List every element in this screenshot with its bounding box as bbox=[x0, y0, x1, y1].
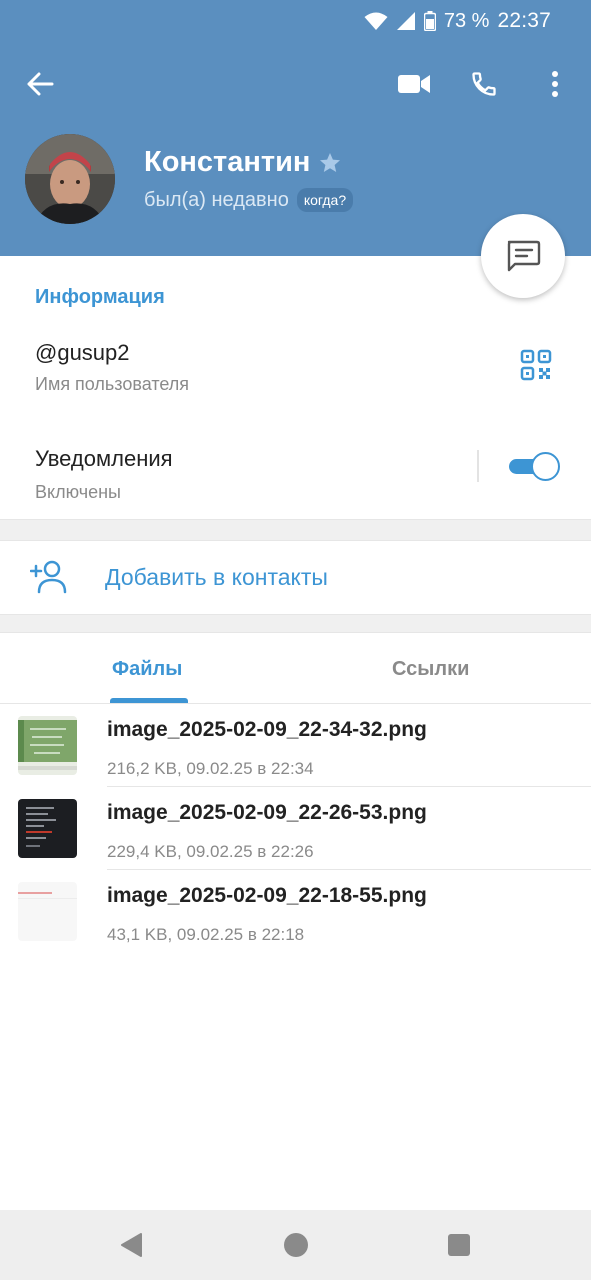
media-tabs: Файлы Ссылки bbox=[0, 632, 591, 704]
video-call-button[interactable] bbox=[392, 62, 436, 106]
file-item[interactable]: image_2025-02-09_22-18-55.png 43,1 KB, 0… bbox=[0, 870, 591, 953]
file-meta: 43,1 KB, 09.02.25 в 22:18 bbox=[107, 925, 305, 944]
file-meta: 229,4 KB, 09.02.25 в 22:26 bbox=[107, 842, 314, 861]
image-thumbnail bbox=[18, 882, 77, 941]
file-item[interactable]: image_2025-02-09_22-26-53.png 229,4 KB, … bbox=[0, 787, 591, 870]
square-recents-icon bbox=[448, 1234, 470, 1256]
add-person-icon bbox=[30, 560, 67, 594]
section-spacer bbox=[0, 614, 591, 633]
battery-icon bbox=[423, 11, 436, 31]
file-name: image_2025-02-09_22-26-53.png bbox=[107, 801, 427, 824]
username-label: Имя пользователя bbox=[35, 374, 190, 394]
file-item[interactable]: image_2025-02-09_22-34-32.png 216,2 KB, … bbox=[0, 704, 591, 787]
nav-back-button[interactable] bbox=[116, 1230, 146, 1260]
circle-home-icon bbox=[284, 1233, 308, 1257]
username-value[interactable]: @gusup2 bbox=[35, 340, 130, 366]
video-call-icon bbox=[398, 75, 430, 93]
info-section-title: Информация bbox=[35, 286, 165, 308]
battery-level: 73 % bbox=[443, 9, 490, 32]
wifi-icon bbox=[364, 12, 388, 30]
file-meta: 216,2 KB, 09.02.25 в 22:34 bbox=[107, 759, 314, 778]
more-options-button[interactable] bbox=[533, 62, 577, 106]
tab-files[interactable]: Файлы bbox=[112, 658, 182, 681]
message-icon bbox=[507, 240, 541, 272]
file-name: image_2025-02-09_22-18-55.png bbox=[107, 884, 427, 907]
image-thumbnail bbox=[18, 716, 77, 775]
avatar-photo bbox=[25, 134, 115, 224]
status-bar: 73 % 22:37 bbox=[0, 0, 591, 44]
phone-icon bbox=[472, 72, 496, 96]
file-thumbnail bbox=[18, 799, 77, 858]
active-tab-indicator bbox=[110, 698, 188, 703]
star-icon bbox=[320, 152, 341, 172]
file-name: image_2025-02-09_22-34-32.png bbox=[107, 718, 427, 741]
toggle-divider bbox=[477, 450, 479, 482]
add-contact-label: Добавить в контакты bbox=[105, 564, 328, 590]
system-navigation-bar bbox=[0, 1210, 591, 1280]
send-message-button[interactable] bbox=[481, 214, 565, 298]
image-thumbnail bbox=[18, 799, 77, 858]
contact-name: Константин bbox=[144, 146, 311, 178]
add-contact-row[interactable]: Добавить в контакты bbox=[0, 540, 591, 614]
phone-call-button[interactable] bbox=[462, 62, 506, 106]
profile-name: Константин bbox=[144, 146, 342, 179]
qr-code-button[interactable] bbox=[520, 349, 552, 381]
triangle-back-icon bbox=[121, 1233, 142, 1257]
nav-home-button[interactable] bbox=[281, 1230, 311, 1260]
qr-code-icon bbox=[520, 349, 552, 381]
section-spacer bbox=[0, 519, 591, 541]
notifications-toggle[interactable] bbox=[509, 452, 560, 481]
avatar[interactable] bbox=[25, 134, 115, 224]
back-button[interactable] bbox=[18, 62, 62, 106]
nav-recents-button[interactable] bbox=[444, 1230, 474, 1260]
profile-header: 73 % 22:37 Константин был(а) недавно ког… bbox=[0, 0, 591, 256]
toggle-knob bbox=[531, 452, 560, 481]
tab-links[interactable]: Ссылки bbox=[392, 658, 469, 681]
when-badge[interactable]: когда? bbox=[296, 188, 354, 212]
last-seen-status: был(а) недавно когда? bbox=[144, 188, 354, 212]
file-thumbnail bbox=[18, 882, 77, 941]
more-vertical-icon bbox=[552, 71, 558, 97]
notifications-state: Включены bbox=[35, 482, 121, 502]
clock: 22:37 bbox=[497, 9, 551, 32]
notifications-label[interactable]: Уведомления bbox=[35, 446, 173, 472]
arrow-left-icon bbox=[27, 72, 54, 96]
file-thumbnail bbox=[18, 716, 77, 775]
status-indicators: 73 % 22:37 bbox=[364, 9, 551, 33]
last-seen-text: был(а) недавно bbox=[144, 188, 289, 211]
signal-icon bbox=[396, 12, 415, 30]
